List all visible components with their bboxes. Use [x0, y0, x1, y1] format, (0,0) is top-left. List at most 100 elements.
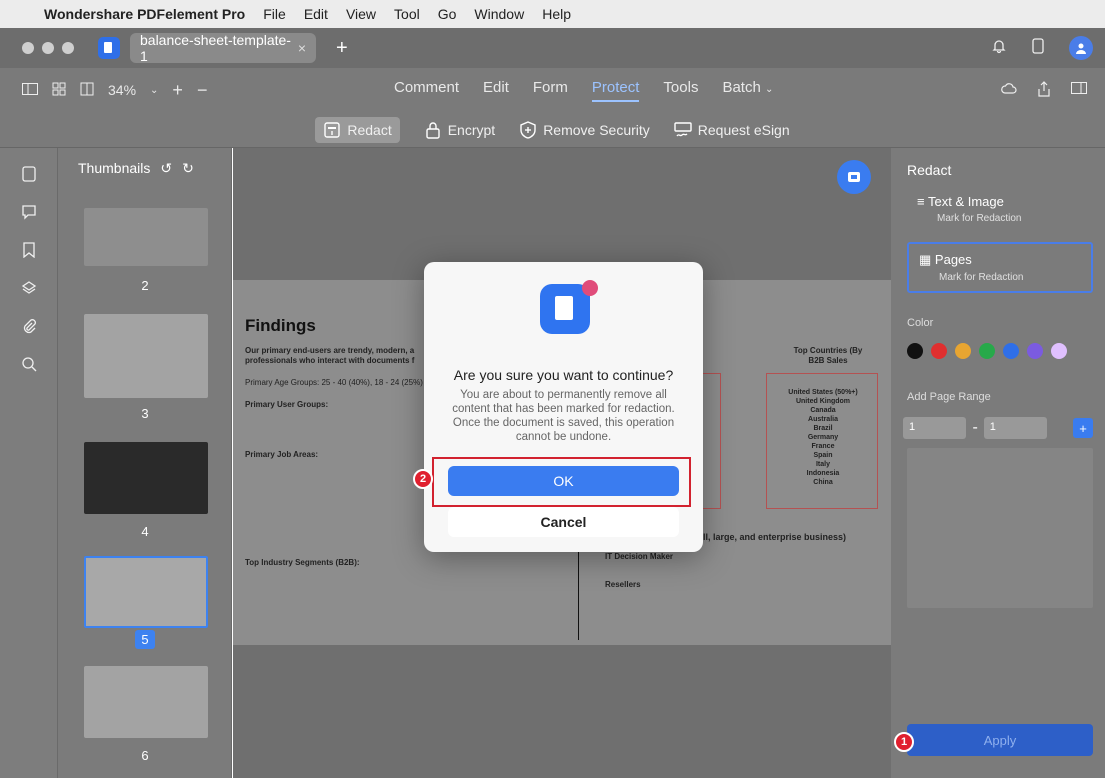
pages-icon: ▦ — [919, 252, 932, 267]
country-item: Spain — [813, 452, 833, 459]
country-item: Australia — [808, 416, 838, 423]
remove-security-button[interactable]: Remove Security — [519, 120, 650, 139]
thumbnail-page-5[interactable] — [84, 556, 208, 628]
thumbnail-page-4[interactable] — [84, 442, 208, 514]
range-from-input[interactable]: 1 — [903, 417, 967, 439]
tab-form[interactable]: Form — [533, 79, 568, 102]
color-swatch-3[interactable] — [979, 343, 995, 359]
device-icon[interactable] — [1031, 37, 1045, 59]
page-job-heading: Primary Job Areas: — [245, 450, 319, 459]
color-swatch-2[interactable] — [955, 343, 971, 359]
sidebar-toggle-icon[interactable] — [22, 82, 38, 98]
country-item: United Kingdom — [795, 398, 851, 405]
color-swatches — [891, 337, 1105, 365]
zoom-in-icon[interactable]: + — [172, 80, 183, 101]
search-icon[interactable] — [19, 354, 39, 374]
bell-icon[interactable] — [991, 38, 1007, 59]
menu-help[interactable]: Help — [542, 6, 571, 22]
menu-edit[interactable]: Edit — [304, 6, 328, 22]
thumbnail-page-6[interactable] — [84, 666, 208, 738]
comment-icon[interactable] — [19, 202, 39, 222]
thumbnail-label-6: 6 — [141, 748, 149, 763]
bookmark-icon[interactable] — [19, 240, 39, 260]
request-esign-button[interactable]: Request eSign — [674, 121, 790, 139]
page-view-icon[interactable] — [80, 82, 94, 99]
page-range-label: Add Page Range — [907, 391, 991, 403]
title-bar: balance-sheet-template-1 × + — [0, 28, 1105, 68]
color-label: Color — [907, 317, 934, 329]
cloud-icon[interactable] — [1001, 81, 1017, 100]
text-image-label: Text & Image — [927, 194, 1004, 209]
pages-option[interactable]: ▦ Pages Mark for Redaction — [907, 242, 1093, 293]
color-swatch-4[interactable] — [1003, 343, 1019, 359]
country-item: United States (50%+) — [788, 389, 858, 396]
page-resellers-heading: Resellers — [605, 580, 641, 589]
encrypt-button[interactable]: Encrypt — [424, 121, 495, 139]
thumbnail-page-2[interactable] — [84, 208, 208, 266]
page-icon[interactable] — [19, 164, 39, 184]
thumbnail-label-3: 3 — [141, 406, 149, 421]
avatar[interactable] — [1069, 36, 1093, 60]
redact-button[interactable]: Redact — [315, 116, 400, 143]
add-range-button[interactable]: + — [1073, 418, 1093, 438]
request-esign-label: Request eSign — [697, 121, 790, 138]
tab-protect[interactable]: Protect — [591, 79, 640, 102]
rotate-left-icon[interactable]: ↺ — [160, 160, 172, 177]
zoom-level-select[interactable]: 34% — [108, 82, 136, 98]
menu-view[interactable]: View — [346, 6, 376, 22]
page-enterprise-text: ll, large, and enterprise business) — [703, 532, 847, 542]
menu-window[interactable]: Window — [474, 6, 524, 22]
thumbnail-label-2: 2 — [141, 278, 149, 293]
range-to-input[interactable]: 1 — [983, 417, 1048, 439]
color-swatch-6[interactable] — [1051, 343, 1067, 359]
thumbnail-page-3[interactable] — [84, 314, 208, 398]
tab-edit[interactable]: Edit — [483, 79, 509, 102]
menu-go[interactable]: Go — [438, 6, 457, 22]
apply-button[interactable]: Apply — [907, 724, 1093, 756]
main-toolbar: 34% ⌄ + − Comment Edit Form Protect Tool… — [0, 68, 1105, 112]
attachment-icon[interactable] — [19, 316, 39, 336]
close-tab-icon[interactable]: × — [298, 40, 306, 56]
color-swatch-0[interactable] — [907, 343, 923, 359]
menu-tool[interactable]: Tool — [394, 6, 420, 22]
page-age: Primary Age Groups: 25 - 40 (40%), 18 - … — [245, 378, 423, 387]
zoom-out-icon[interactable]: − — [197, 80, 208, 101]
text-image-option[interactable]: ≡ Text & Image Mark for Redaction — [907, 186, 1093, 232]
share-icon[interactable] — [1037, 80, 1051, 100]
thumbnail-label-5: 5 — [58, 630, 232, 649]
minimize-window-button[interactable] — [42, 42, 54, 54]
remove-security-label: Remove Security — [543, 121, 650, 138]
new-tab-button[interactable]: + — [336, 37, 348, 60]
app-name-menu[interactable]: Wondershare PDFelement Pro — [44, 6, 245, 22]
page-intro: Our primary end-users are trendy, modern… — [245, 346, 415, 365]
redaction-box — [701, 373, 721, 509]
rotate-right-icon[interactable]: ↻ — [182, 160, 194, 177]
redact-panel-title: Redact — [907, 162, 952, 178]
cancel-button[interactable]: Cancel — [448, 507, 679, 537]
document-tab[interactable]: balance-sheet-template-1 × — [130, 32, 316, 64]
layers-icon[interactable] — [19, 278, 39, 298]
thumbnail-panel: Thumbnails ↺ ↻ 2 3 4 5 6 — [58, 148, 232, 778]
zoom-window-button[interactable] — [62, 42, 74, 54]
country-item: Germany — [807, 434, 839, 441]
range-list — [907, 448, 1093, 608]
grid-view-icon[interactable] — [52, 82, 66, 99]
redact-icon — [324, 121, 341, 138]
close-window-button[interactable] — [22, 42, 34, 54]
tab-batch[interactable]: Batch ⌄ — [722, 79, 773, 102]
menu-file[interactable]: File — [263, 6, 286, 22]
tab-tools[interactable]: Tools — [663, 79, 698, 102]
color-swatch-1[interactable] — [931, 343, 947, 359]
thumbnail-label-4: 4 — [141, 524, 149, 539]
zoom-dropdown-chevron-icon[interactable]: ⌄ — [150, 85, 158, 96]
ai-assistant-button[interactable] — [837, 160, 871, 194]
menu-bar: Wondershare PDFelement Pro File Edit Vie… — [0, 0, 1105, 28]
tab-comment[interactable]: Comment — [394, 79, 459, 102]
page-range-row: 1 - 1 + — [891, 411, 1105, 445]
right-panel-toggle-icon[interactable] — [1071, 81, 1087, 100]
color-swatch-5[interactable] — [1027, 343, 1043, 359]
selected-page-badge: 5 — [135, 630, 155, 649]
ok-button[interactable]: OK — [448, 466, 679, 496]
window-controls — [22, 42, 74, 54]
encrypt-label: Encrypt — [447, 121, 496, 138]
